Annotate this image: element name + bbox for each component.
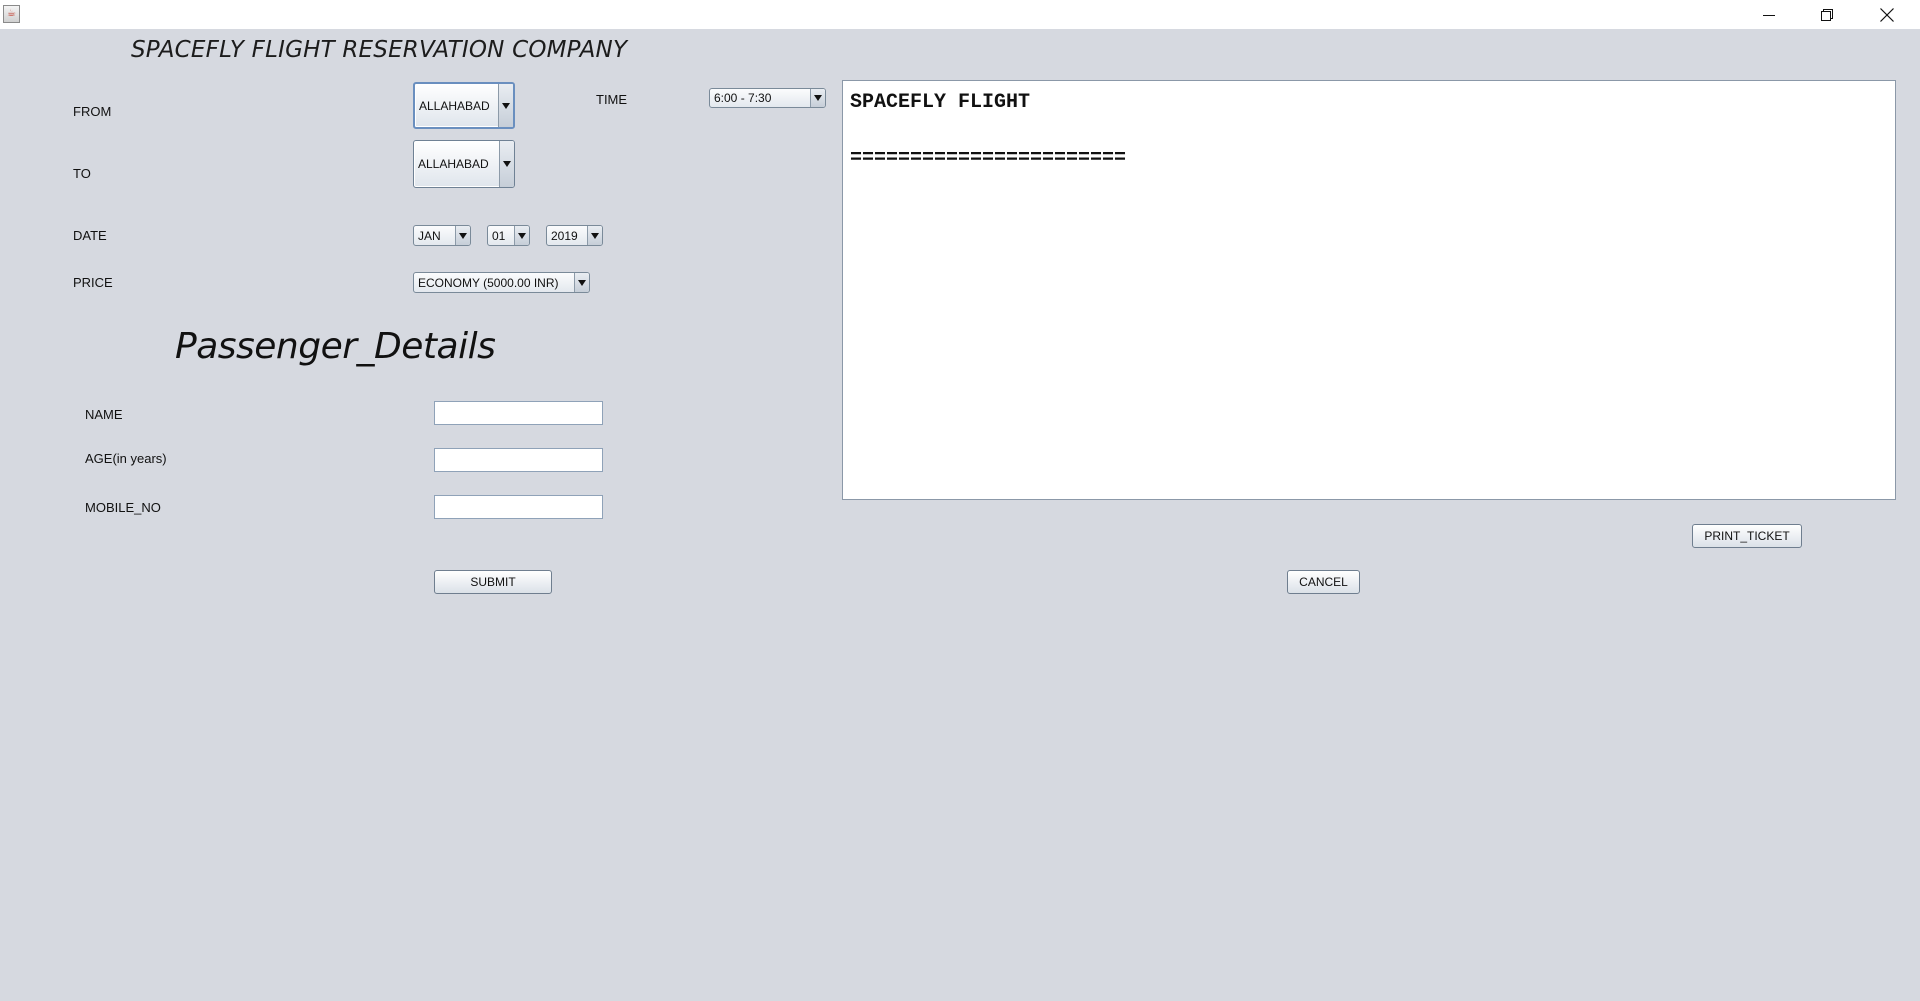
java-cup-icon: ☕ — [3, 5, 20, 23]
from-label: FROM — [73, 104, 112, 119]
close-icon[interactable] — [1858, 0, 1916, 29]
window-titlebar: ☕ — [0, 0, 1920, 29]
time-select-value: 6:00 - 7:30 — [714, 91, 772, 105]
chevron-down-icon[interactable] — [499, 141, 514, 187]
date-label: DATE — [73, 228, 107, 243]
time-label: TIME — [596, 92, 628, 107]
month-select[interactable]: JAN — [413, 225, 471, 246]
chevron-down-icon[interactable] — [810, 89, 825, 107]
submit-button[interactable]: SUBMIT — [434, 570, 552, 594]
minimize-icon[interactable] — [1740, 0, 1798, 29]
from-select[interactable]: ALLAHABAD — [413, 82, 515, 129]
price-select[interactable]: ECONOMY (5000.00 INR) — [413, 272, 590, 293]
ticket-line-2 — [850, 117, 1888, 145]
year-select[interactable]: 2019 — [546, 225, 603, 246]
ticket-line-1: SPACEFLY FLIGHT — [850, 91, 1031, 114]
month-select-value: JAN — [418, 228, 441, 243]
year-select-value: 2019 — [551, 228, 578, 243]
age-label: AGE(in years) — [85, 451, 167, 466]
time-select[interactable]: 6:00 - 7:30 — [709, 88, 826, 108]
day-select[interactable]: 01 — [487, 225, 530, 246]
print-ticket-button[interactable]: PRINT_TICKET — [1692, 524, 1802, 548]
ticket-textarea[interactable]: SPACEFLY FLIGHT ======================= — [842, 80, 1896, 500]
price-select-value: ECONOMY (5000.00 INR) — [418, 275, 559, 290]
name-input[interactable] — [434, 401, 603, 425]
ticket-line-3: ======================= — [850, 147, 1127, 170]
cancel-button[interactable]: CANCEL — [1287, 570, 1360, 594]
price-label: PRICE — [73, 275, 113, 290]
chevron-down-icon[interactable] — [574, 273, 589, 292]
to-label: TO — [73, 166, 91, 181]
passenger-details-heading: Passenger_Details — [175, 326, 496, 367]
day-select-value: 01 — [492, 228, 506, 243]
age-input[interactable] — [434, 448, 603, 472]
mobile-label: MOBILE_NO — [85, 500, 161, 515]
to-select-value: ALLAHABAD — [418, 157, 489, 171]
chevron-down-icon[interactable] — [498, 84, 513, 127]
name-label: NAME — [85, 407, 123, 422]
to-select[interactable]: ALLAHABAD — [413, 140, 515, 188]
mobile-input[interactable] — [434, 495, 603, 519]
company-title: SPACEFLY FLIGHT RESERVATION COMPANY — [131, 37, 628, 63]
chevron-down-icon[interactable] — [455, 226, 470, 245]
maximize-icon[interactable] — [1798, 0, 1856, 29]
from-select-value: ALLAHABAD — [419, 98, 490, 113]
chevron-down-icon[interactable] — [587, 226, 602, 245]
chevron-down-icon[interactable] — [514, 226, 529, 245]
